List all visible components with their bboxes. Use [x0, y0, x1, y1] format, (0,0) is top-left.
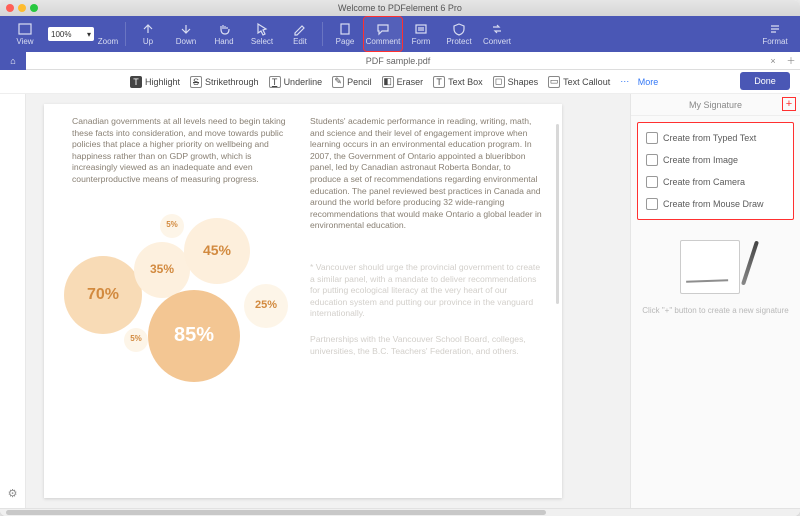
- draw-icon: [646, 198, 658, 210]
- text-icon: [646, 132, 658, 144]
- home-button[interactable]: ⌂: [0, 52, 26, 70]
- new-tab-button[interactable]: ＋: [782, 54, 800, 67]
- comment-icon: [375, 22, 391, 36]
- hand-icon: [216, 22, 232, 36]
- body-text-faded: Partnerships with the Vancouver School B…: [310, 334, 544, 357]
- settings-button[interactable]: ⚙: [8, 487, 18, 500]
- signature-hint: Click "+" button to create a new signatu…: [631, 304, 800, 317]
- highlight-button[interactable]: THighlight: [130, 76, 180, 88]
- hand-button[interactable]: Hand: [205, 17, 243, 51]
- tab-bar: ⌂ PDF sample.pdf × ＋: [0, 52, 800, 70]
- signature-panel: My Signature + Create from Typed Text Cr…: [630, 94, 800, 508]
- pencil-button[interactable]: ✎Pencil: [332, 76, 372, 88]
- zoom-window-button[interactable]: [30, 4, 38, 12]
- create-from-typed-text[interactable]: Create from Typed Text: [638, 127, 793, 149]
- comment-button[interactable]: Comment: [364, 17, 402, 51]
- create-from-mouse-draw[interactable]: Create from Mouse Draw: [638, 193, 793, 215]
- signature-panel-header: My Signature +: [631, 94, 800, 116]
- image-icon: [646, 154, 658, 166]
- form-button[interactable]: Form: [402, 17, 440, 51]
- strikethrough-icon: S: [190, 76, 202, 88]
- body-text: Canadian governments at all levels need …: [72, 116, 290, 186]
- document-page: Canadian governments at all levels need …: [44, 104, 562, 498]
- bubble: 85%: [148, 290, 240, 382]
- shapes-icon: ◻: [493, 76, 505, 88]
- signature-preview: [676, 238, 756, 298]
- format-icon: [767, 22, 783, 36]
- textbox-button[interactable]: TText Box: [433, 76, 483, 88]
- bubble: 5%: [160, 214, 184, 238]
- body-text: Students' academic performance in readin…: [310, 116, 544, 232]
- close-window-button[interactable]: [6, 4, 14, 12]
- edit-button[interactable]: Edit: [281, 17, 319, 51]
- close-tab-button[interactable]: ×: [764, 56, 782, 66]
- home-icon: ⌂: [10, 56, 15, 66]
- textbox-icon: T: [433, 76, 445, 88]
- protect-button[interactable]: Protect: [440, 17, 478, 51]
- highlight-icon: T: [130, 76, 142, 88]
- window-title: Welcome to PDFelement 6 Pro: [338, 3, 462, 13]
- page-icon: [337, 22, 353, 36]
- zoom-select[interactable]: 100%▾: [48, 27, 94, 41]
- shapes-button[interactable]: ◻Shapes: [493, 76, 539, 88]
- convert-button[interactable]: Convert: [478, 17, 516, 51]
- callout-button[interactable]: ▭Text Callout: [548, 76, 610, 88]
- strikethrough-button[interactable]: SStrikethrough: [190, 76, 259, 88]
- eraser-icon: ◧: [382, 76, 394, 88]
- file-tab[interactable]: PDF sample.pdf: [32, 56, 764, 66]
- done-button[interactable]: Done: [740, 72, 790, 90]
- underline-button[interactable]: TUnderline: [269, 76, 323, 88]
- bubble: 70%: [64, 256, 142, 334]
- zoom-label: Zoom: [94, 17, 122, 51]
- eraser-button[interactable]: ◧Eraser: [382, 76, 424, 88]
- chevron-down-icon: ▾: [87, 30, 91, 39]
- convert-icon: [489, 22, 505, 36]
- add-signature-button[interactable]: +: [782, 97, 796, 111]
- pencil-icon: ✎: [332, 76, 344, 88]
- view-button[interactable]: View: [6, 17, 44, 51]
- view-icon: [17, 22, 33, 36]
- camera-icon: [646, 176, 658, 188]
- edit-icon: [292, 22, 308, 36]
- signature-panel-title: My Signature: [689, 100, 742, 110]
- left-gutter: ⚙: [0, 94, 26, 508]
- horizontal-scrollbar[interactable]: [0, 508, 800, 516]
- arrow-down-icon: [178, 22, 194, 36]
- down-button[interactable]: Down: [167, 17, 205, 51]
- signature-create-menu: Create from Typed Text Create from Image…: [637, 122, 794, 220]
- bubble: 35%: [134, 242, 190, 298]
- create-from-camera[interactable]: Create from Camera: [638, 171, 793, 193]
- pen-icon: [740, 241, 758, 286]
- bubble: 5%: [124, 328, 148, 352]
- annotation-toolbar: THighlight SStrikethrough TUnderline ✎Pe…: [0, 70, 800, 94]
- more-button[interactable]: ⋯ More: [620, 76, 658, 87]
- shield-icon: [451, 22, 467, 36]
- arrow-up-icon: [140, 22, 156, 36]
- minimize-window-button[interactable]: [18, 4, 26, 12]
- window-controls: [6, 4, 38, 12]
- main-toolbar: View 100%▾ Zoom Up Down Hand Select Edit…: [0, 16, 800, 52]
- format-button[interactable]: Format: [756, 17, 794, 51]
- bubble: 45%: [184, 218, 250, 284]
- scrollbar[interactable]: [556, 124, 559, 304]
- content-area: ⚙ Canadian governments at all levels nee…: [0, 94, 800, 508]
- document-viewport[interactable]: Canadian governments at all levels need …: [26, 94, 630, 508]
- up-button[interactable]: Up: [129, 17, 167, 51]
- ellipsis-icon: ⋯: [620, 76, 629, 87]
- select-button[interactable]: Select: [243, 17, 281, 51]
- create-from-image[interactable]: Create from Image: [638, 149, 793, 171]
- underline-icon: T: [269, 76, 281, 88]
- callout-icon: ▭: [548, 76, 560, 88]
- titlebar: Welcome to PDFelement 6 Pro: [0, 0, 800, 16]
- bubble-chart: 70% 35% 45% 85% 25% 5% 5%: [72, 212, 290, 372]
- bubble: 25%: [244, 284, 288, 328]
- cursor-icon: [254, 22, 270, 36]
- form-icon: [413, 22, 429, 36]
- body-text-faded: * Vancouver should urge the provincial g…: [310, 262, 544, 320]
- page-button[interactable]: Page: [326, 17, 364, 51]
